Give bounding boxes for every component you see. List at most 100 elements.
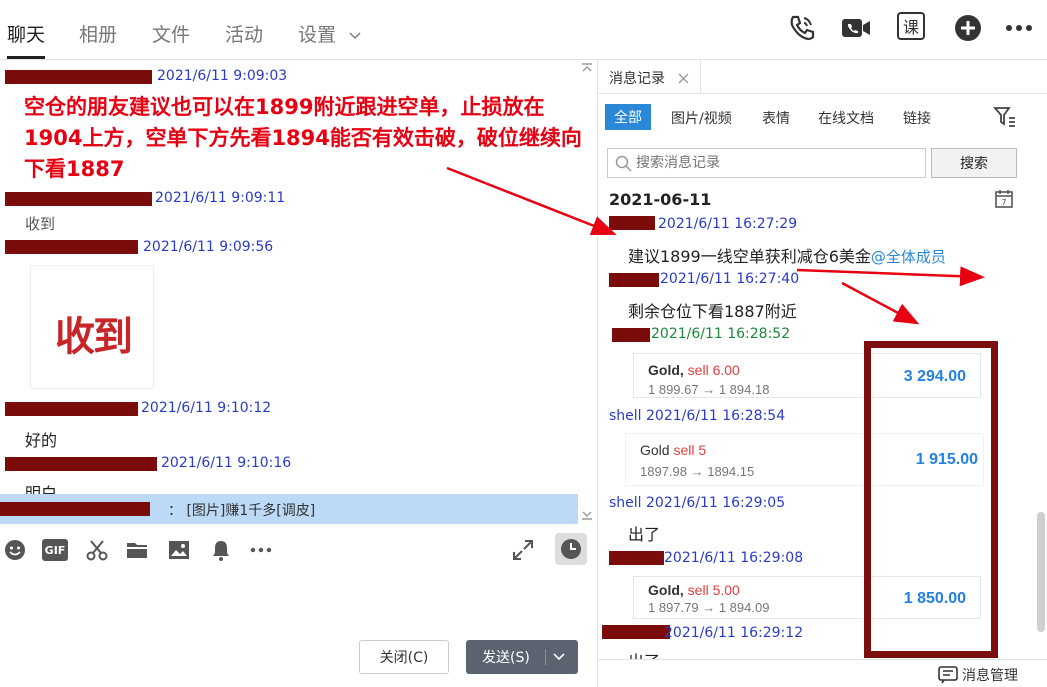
redacted-sender: [0, 502, 150, 516]
annotation-text: 空仓的朋友建议也可以在1899附近跟进空单，止损放在1904上方，空单下方先看1…: [24, 95, 582, 181]
trade-card-title: Gold, sell 6.00: [648, 362, 740, 378]
message-text: 好的: [25, 431, 58, 450]
chevron-down-icon[interactable]: [552, 652, 566, 662]
svg-text:7: 7: [1001, 198, 1006, 207]
tab-album[interactable]: 相册: [79, 20, 117, 47]
filter-docs[interactable]: 在线文档: [818, 108, 874, 128]
profit-highlight-frame: [864, 341, 998, 658]
redacted-sender: [612, 328, 650, 342]
scissors-icon[interactable]: [84, 538, 110, 562]
footer-divider: [598, 659, 1047, 660]
filter-emoji[interactable]: 表情: [762, 108, 790, 128]
search-icon: [615, 155, 632, 172]
more-icon[interactable]: [248, 538, 274, 562]
history-entry-meta: shell 2021/6/11 16:28:54: [609, 408, 786, 424]
redacted-sender: [5, 70, 152, 84]
history-entry-meta: 2021/6/11 16:29:08: [664, 550, 804, 566]
trade-card-title: Gold, sell 5.00: [648, 582, 740, 598]
trade-side: sell 5.00: [687, 582, 740, 598]
class-icon-label: 课: [897, 12, 925, 40]
trade-asset: Gold: [640, 442, 670, 458]
trade-prices: 1 897.79 → 1 894.09: [648, 600, 770, 615]
tab-settings[interactable]: 设置: [298, 20, 362, 47]
trade-side: sell 5: [673, 442, 707, 458]
message-manage-label: 消息管理: [962, 668, 1018, 684]
expand-icon[interactable]: [511, 538, 535, 562]
history-entry-text: 建议1899一线空单获利减仓6美金@全体成员: [628, 243, 946, 267]
collapse-down-icon[interactable]: [581, 510, 593, 520]
more-icon[interactable]: [1003, 12, 1035, 44]
quoted-message-bar[interactable]: ： [图片]赚1千多[调皮]: [0, 494, 578, 524]
chevron-down-icon: [349, 31, 361, 39]
arrow-to-frame: [841, 281, 920, 325]
filter-all[interactable]: 全部: [605, 104, 651, 130]
tab-files[interactable]: 文件: [152, 20, 190, 47]
mention-all[interactable]: @全体成员: [871, 248, 946, 266]
search-button[interactable]: 搜索: [931, 148, 1017, 178]
redacted-sender: [609, 273, 659, 287]
history-entry-text: 出了: [628, 525, 661, 544]
history-entry-body: 建议1899一线空单获利减仓6美金: [628, 247, 871, 266]
redacted-sender: [5, 402, 138, 416]
filter-links[interactable]: 链接: [903, 108, 931, 128]
redacted-sender: [5, 192, 152, 206]
history-tab-title[interactable]: 消息记录: [609, 68, 665, 88]
message-text: 收到: [25, 215, 56, 233]
trade-side: sell 6.00: [687, 362, 740, 378]
history-entry-text: 出了: [628, 648, 660, 659]
phone-icon[interactable]: [785, 12, 817, 44]
message-time: 2021/6/11 9:10:16: [161, 455, 292, 471]
redacted-sender: [609, 551, 664, 565]
trade-asset: Gold,: [648, 362, 684, 378]
filter-media[interactable]: 图片/视频: [671, 108, 732, 128]
collapse-up-icon[interactable]: [581, 63, 593, 73]
quoted-message-text: ： [图片]赚1千多[调皮]: [168, 503, 316, 519]
trade-prices: 1897.98 → 1894.15: [640, 464, 755, 479]
panel-divider: [597, 59, 598, 687]
bell-icon[interactable]: [208, 538, 234, 562]
history-toggle-button[interactable]: [555, 533, 587, 565]
message-time: 2021/6/11 9:09:11: [155, 190, 286, 206]
trade-asset: Gold,: [648, 582, 684, 598]
folder-icon[interactable]: [124, 538, 150, 562]
emoji-icon[interactable]: [2, 538, 28, 562]
send-split-divider: [545, 649, 546, 665]
send-button-group: 发送(S): [466, 640, 578, 674]
tab-chat[interactable]: 聊天: [7, 20, 45, 47]
history-entry-meta: 2021/6/11 16:27:29: [658, 216, 798, 232]
tab-divider: [700, 59, 701, 94]
filter-icon[interactable]: [993, 106, 1017, 128]
arrow-underline: [796, 266, 985, 287]
image-icon[interactable]: [166, 538, 192, 562]
message-time: 2021/6/11 9:09:03: [157, 68, 288, 84]
redacted-sender: [5, 457, 157, 471]
header-divider: [0, 59, 1047, 60]
gif-icon[interactable]: GIF: [42, 539, 68, 561]
close-icon[interactable]: [678, 73, 689, 84]
plus-icon[interactable]: [952, 12, 984, 44]
history-entry-meta: shell 2021/6/11 16:29:05: [609, 495, 786, 511]
message-manage-button[interactable]: 消息管理: [938, 665, 1018, 685]
sticker-image: 收到: [30, 265, 154, 389]
message-time: 2021/6/11 9:09:56: [143, 239, 274, 255]
tab-activity[interactable]: 活动: [225, 20, 263, 47]
calendar-icon[interactable]: 7: [994, 189, 1014, 209]
message-time: 2021/6/11 9:10:12: [141, 400, 272, 416]
redacted-sender: [602, 625, 670, 639]
class-icon[interactable]: 课: [897, 12, 929, 44]
redacted-sender: [609, 216, 655, 230]
trade-prices: 1 899.67 → 1 894.18: [648, 382, 770, 397]
history-entry-text: 剩余仓位下看1887附近: [628, 302, 797, 321]
message-clip: 明白: [0, 478, 578, 494]
gif-icon-label: GIF: [44, 543, 66, 557]
history-scrollbar[interactable]: [1037, 512, 1045, 632]
video-icon[interactable]: [840, 12, 872, 44]
search-input[interactable]: [636, 152, 921, 174]
history-search-field[interactable]: [607, 148, 926, 178]
clock-icon: [561, 539, 581, 559]
message-text: 明白: [25, 484, 58, 494]
history-entry-meta: 2021/6/11 16:27:40: [660, 271, 800, 287]
send-button[interactable]: 发送(S): [482, 647, 530, 667]
history-date: 2021-06-11: [609, 190, 712, 209]
close-button[interactable]: 关闭(C): [359, 640, 449, 674]
